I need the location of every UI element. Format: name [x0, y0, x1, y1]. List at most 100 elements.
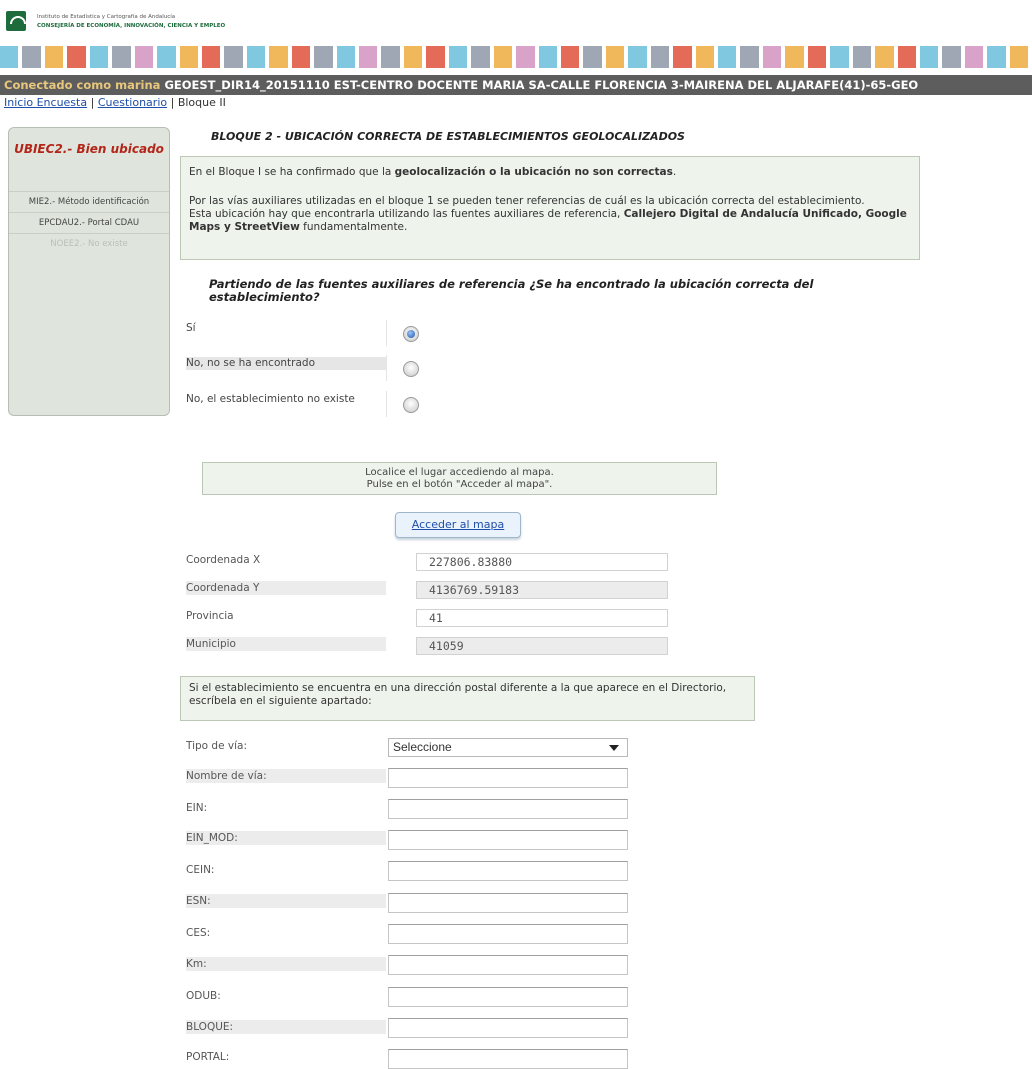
color-stripe-segment: [359, 46, 378, 68]
color-stripe-segment: [807, 46, 827, 68]
color-stripe-segment: [403, 46, 423, 68]
color-stripe-segment: [516, 46, 535, 68]
breadcrumb-separator: |: [90, 96, 95, 109]
color-stripe-segment: [112, 46, 131, 68]
color-stripe-segment: [942, 46, 961, 68]
page-title: BLOQUE 2 - UBICACIÓN CORRECTA DE ESTABLE…: [211, 130, 685, 143]
institute-name: Instituto de Estadística y Cartografía d…: [37, 14, 176, 20]
question-nav-sidebar: UBIEC2.- Bien ubicado MIE2.- Método iden…: [8, 127, 170, 416]
map-hint-line-1: Localice el lugar accediendo al mapa.: [365, 467, 554, 478]
color-stripe-segment: [695, 46, 714, 68]
portal-label: PORTAL:: [186, 1051, 230, 1063]
color-stripe-segment: [381, 46, 400, 68]
color-stripe-segment: [471, 46, 490, 68]
color-stripe-segment: [762, 46, 782, 68]
ministry-name: CONSEJERÍA DE ECONOMÍA, INNOVACIÓN, CIEN…: [37, 23, 226, 29]
color-stripe-segment: [22, 46, 41, 68]
color-stripe-segment: [246, 46, 266, 68]
bloque-input[interactable]: [388, 1018, 628, 1038]
color-stripe-segment: [628, 46, 647, 68]
color-stripe-segment: [89, 46, 109, 68]
header-color-stripe: [0, 46, 1032, 68]
esn-input[interactable]: [388, 893, 628, 913]
color-stripe-segment: [987, 46, 1006, 68]
municipality-field[interactable]: 41059: [416, 637, 668, 655]
breadcrumb-current: Bloque II: [177, 96, 226, 109]
option-label-si: Sí: [186, 322, 196, 334]
province-field[interactable]: 41: [416, 609, 668, 627]
province-label: Provincia: [186, 610, 234, 622]
color-stripe-segment: [157, 46, 176, 68]
coord-y-field[interactable]: 4136769.59183: [416, 581, 668, 599]
color-stripe-segment: [852, 46, 872, 68]
street-name-input[interactable]: [388, 768, 628, 788]
breadcrumb-questionnaire-link[interactable]: Cuestionario: [98, 96, 167, 109]
color-stripe-segment: [740, 46, 759, 68]
map-hint-box: Localice el lugar accediendo al mapa. Pu…: [202, 462, 717, 495]
color-stripe-segment: [560, 46, 580, 68]
info-box: En el Bloque I se ha confirmado que la g…: [180, 156, 920, 260]
junta-logo: [6, 11, 26, 31]
cein-input[interactable]: [388, 861, 628, 881]
color-stripe-segment: [179, 46, 198, 68]
ein-label: EIN:: [186, 802, 208, 814]
bloque-label: BLOQUE:: [186, 1020, 386, 1034]
color-stripe-segment: [44, 46, 64, 68]
color-stripe-segment: [785, 46, 804, 68]
sidebar-item-epcdau2[interactable]: EPCDAU2.- Portal CDAU: [9, 212, 169, 234]
breadcrumb: Inicio Encuesta | Cuestionario | Bloque …: [4, 96, 226, 109]
open-map-button[interactable]: Acceder al mapa: [395, 512, 521, 538]
color-stripe-segment: [650, 46, 670, 68]
color-stripe-segment: [269, 46, 288, 68]
color-stripe-segment: [448, 46, 468, 68]
street-type-select[interactable]: Seleccione: [388, 738, 628, 757]
coord-x-field[interactable]: 227806.83880: [416, 553, 668, 571]
color-stripe-segment: [201, 46, 221, 68]
color-stripe-segment: [0, 46, 19, 68]
color-stripe-segment: [224, 46, 243, 68]
municipality-label: Municipio: [186, 637, 386, 651]
street-name-label: Nombre de vía:: [186, 769, 386, 783]
color-stripe-segment: [875, 46, 894, 68]
km-input[interactable]: [388, 955, 628, 975]
color-stripe-segment: [718, 46, 737, 68]
color-stripe-segment: [314, 46, 333, 68]
color-stripe-segment: [605, 46, 625, 68]
radio-si[interactable]: [403, 326, 419, 342]
color-stripe-segment: [336, 46, 355, 68]
address-note-box: Si el establecimiento se encuentra en un…: [180, 676, 755, 721]
breadcrumb-separator: |: [170, 96, 175, 109]
breadcrumb-home-link[interactable]: Inicio Encuesta: [4, 96, 87, 109]
session-bar: Conectado como marina GEOEST_DIR14_20151…: [0, 75, 1032, 95]
info-paragraph-2: Por las vías auxiliares utilizadas en el…: [189, 195, 907, 233]
esn-label: ESN:: [186, 894, 386, 908]
street-type-label: Tipo de vía:: [186, 740, 248, 752]
option-label-no-existe: No, el establecimiento no existe: [186, 393, 355, 405]
km-label: Km:: [186, 957, 386, 971]
radio-no-existe[interactable]: [403, 397, 419, 413]
sidebar-item-noee2: NOEE2.- No existe: [9, 233, 169, 255]
color-stripe-segment: [830, 46, 849, 68]
radio-no-encontrado[interactable]: [403, 361, 419, 377]
sidebar-item-mie2[interactable]: MIE2.- Método identificación: [9, 191, 169, 213]
color-stripe-segment: [673, 46, 692, 68]
color-stripe-segment: [964, 46, 984, 68]
question-text: Partiendo de las fuentes auxiliares de r…: [209, 277, 814, 304]
ein-mod-label: EIN_MOD:: [186, 831, 386, 845]
color-stripe-segment: [426, 46, 445, 68]
odub-input[interactable]: [388, 987, 628, 1007]
map-hint-line-2: Pulse en el botón "Acceder al mapa".: [366, 479, 553, 490]
session-info: GEOEST_DIR14_20151110 EST-CENTRO DOCENTE…: [164, 78, 919, 92]
street-type-value: Seleccione: [393, 740, 452, 754]
ein-input[interactable]: [388, 799, 628, 819]
option-label-no-encontrado: No, no se ha encontrado: [186, 357, 386, 370]
color-stripe-segment: [291, 46, 311, 68]
connected-user: Conectado como marina: [4, 78, 161, 92]
ces-input[interactable]: [388, 924, 628, 944]
ein-mod-input[interactable]: [388, 830, 628, 850]
portal-input[interactable]: [388, 1049, 628, 1069]
odub-label: ODUB:: [186, 990, 221, 1002]
color-stripe-segment: [919, 46, 939, 68]
info-paragraph-1: En el Bloque I se ha confirmado que la g…: [189, 166, 677, 178]
color-stripe-segment: [897, 46, 916, 68]
